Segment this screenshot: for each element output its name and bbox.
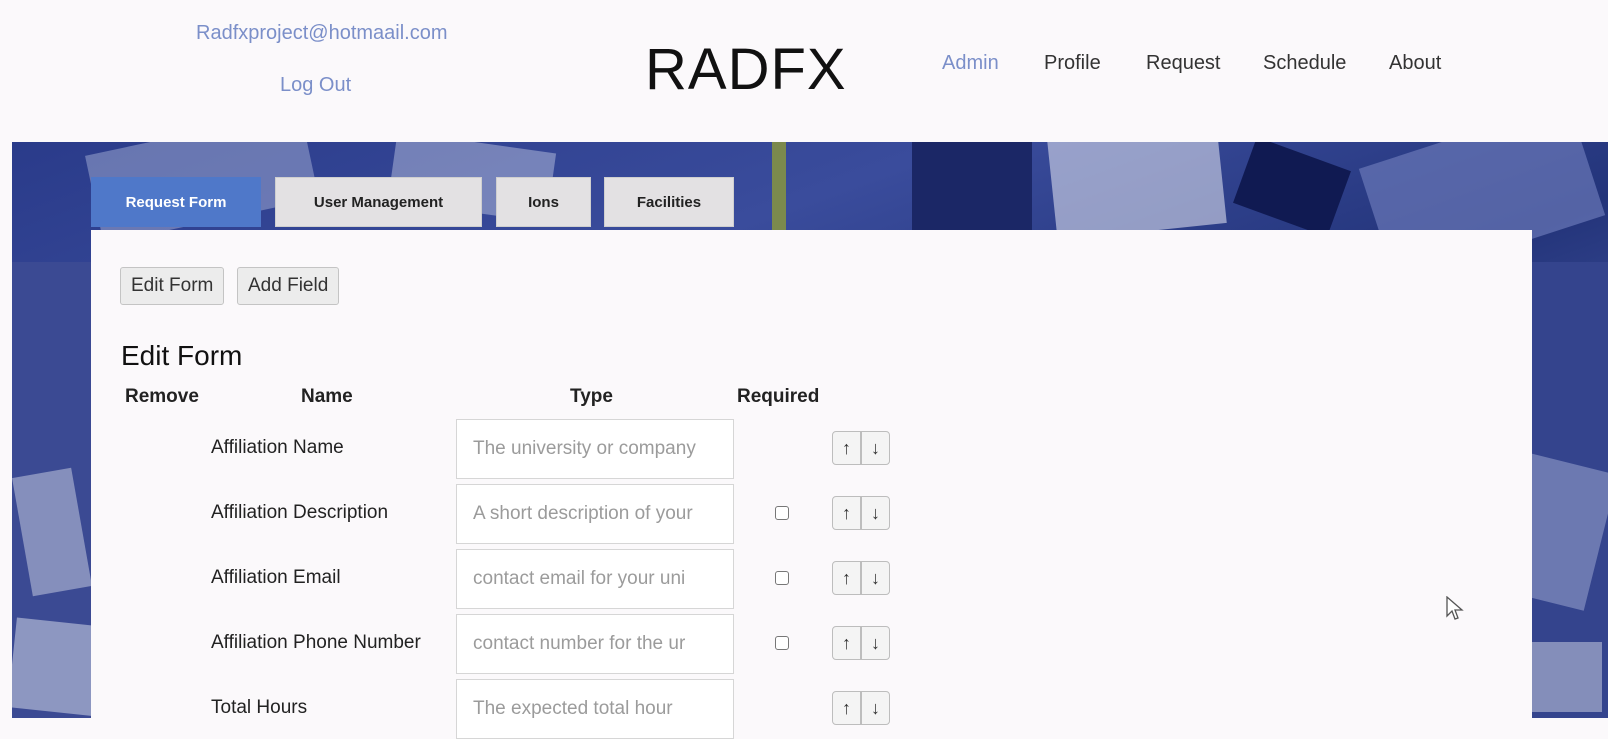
- column-header-name: Name: [301, 386, 353, 407]
- column-header-remove: Remove: [125, 386, 199, 407]
- field-row: Affiliation Name ↑ ↓: [91, 419, 991, 479]
- nav-profile[interactable]: Profile: [1044, 52, 1101, 75]
- field-row: Affiliation Phone Number ↑ ↓: [91, 614, 991, 674]
- nav-schedule[interactable]: Schedule: [1263, 52, 1346, 75]
- field-row: Affiliation Description ↑ ↓: [91, 484, 991, 544]
- field-type-input[interactable]: [456, 614, 734, 674]
- move-up-button[interactable]: ↑: [832, 431, 861, 465]
- move-up-button[interactable]: ↑: [832, 561, 861, 595]
- site-header: Radfxproject@hotmaail.com Log Out RADFX …: [0, 0, 1608, 142]
- nav-request[interactable]: Request: [1146, 52, 1221, 75]
- field-row: Affiliation Email ↑ ↓: [91, 549, 991, 609]
- required-checkbox[interactable]: [775, 506, 789, 520]
- move-down-button[interactable]: ↓: [861, 431, 890, 465]
- admin-panel: Edit Form Add Field Edit Form Remove Nam…: [91, 230, 1532, 739]
- edit-form-button[interactable]: Edit Form: [120, 267, 225, 305]
- field-name: Affiliation Phone Number: [211, 632, 421, 653]
- section-title: Edit Form: [121, 340, 243, 371]
- required-checkbox[interactable]: [775, 636, 789, 650]
- column-header-type: Type: [570, 386, 613, 407]
- field-type-input[interactable]: [456, 419, 734, 479]
- move-down-button[interactable]: ↓: [861, 691, 890, 725]
- tab-facilities[interactable]: Facilities: [604, 177, 734, 227]
- field-row: Total Hours ↑ ↓: [91, 679, 991, 739]
- add-field-button[interactable]: Add Field: [237, 267, 340, 305]
- required-checkbox[interactable]: [775, 571, 789, 585]
- nav-about[interactable]: About: [1389, 52, 1441, 75]
- column-header-required: Required: [737, 386, 820, 407]
- tab-user-management[interactable]: User Management: [275, 177, 482, 227]
- field-type-input[interactable]: [456, 679, 734, 739]
- site-logo[interactable]: RADFX: [645, 36, 847, 103]
- field-name: Total Hours: [211, 697, 308, 718]
- field-type-input[interactable]: [456, 549, 734, 609]
- move-down-button[interactable]: ↓: [861, 496, 890, 530]
- move-down-button[interactable]: ↓: [861, 626, 890, 660]
- account-email-link[interactable]: Radfxproject@hotmaail.com: [196, 22, 448, 45]
- field-name: Affiliation Name: [211, 437, 344, 458]
- field-name: Affiliation Email: [211, 567, 341, 588]
- logout-link[interactable]: Log Out: [280, 74, 351, 97]
- tab-ions[interactable]: Ions: [496, 177, 591, 227]
- mouse-cursor-icon: [1446, 596, 1464, 620]
- tab-request-form[interactable]: Request Form: [91, 177, 261, 227]
- move-down-button[interactable]: ↓: [861, 561, 890, 595]
- nav-admin[interactable]: Admin: [942, 52, 999, 75]
- field-name: Affiliation Description: [211, 502, 389, 523]
- move-up-button[interactable]: ↑: [832, 496, 861, 530]
- move-up-button[interactable]: ↑: [832, 626, 861, 660]
- field-type-input[interactable]: [456, 484, 734, 544]
- move-up-button[interactable]: ↑: [832, 691, 861, 725]
